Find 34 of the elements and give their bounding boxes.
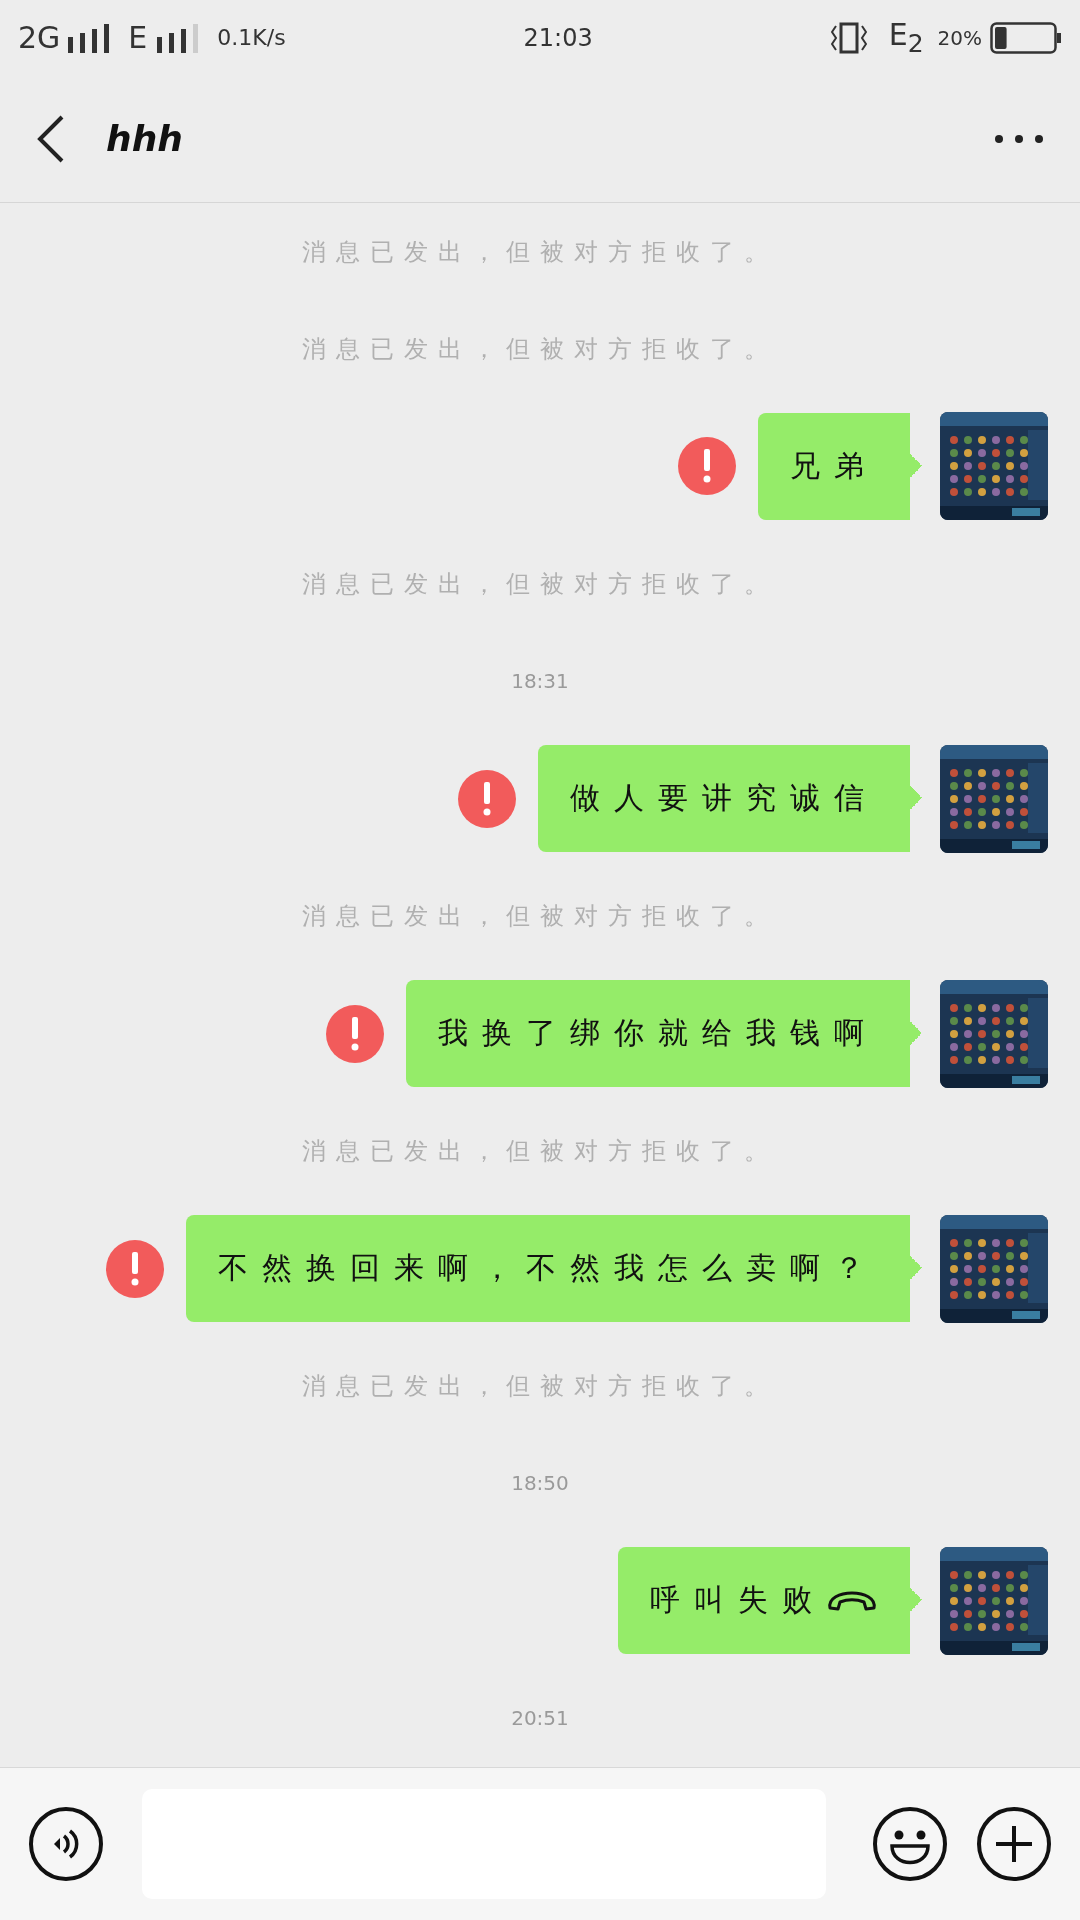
- timestamp: 20:51: [511, 1706, 569, 1731]
- timestamp: 18:50: [511, 1471, 569, 1496]
- error-icon[interactable]: [326, 1004, 384, 1063]
- battery-percent: 20%: [937, 25, 982, 50]
- network-type: 2G: [18, 20, 61, 55]
- signal-icon: [157, 22, 200, 53]
- message-bubble[interactable]: 我换了绑你就给我钱啊: [406, 980, 922, 1088]
- rejected-notice: 消息已发出，但被对方拒收了。: [302, 1371, 778, 1403]
- emoji-button[interactable]: [872, 1806, 948, 1882]
- vibrate-icon: [830, 21, 867, 54]
- chat-title: hhh: [106, 118, 184, 159]
- add-button[interactable]: [976, 1806, 1052, 1882]
- rejected-notice: 消息已发出，但被对方拒收了。: [302, 901, 778, 933]
- timestamp: 18:31: [511, 669, 569, 694]
- data-network: E$_{2}$: [888, 17, 924, 58]
- rejected-notice: 消息已发出，但被对方拒收了。: [302, 568, 778, 600]
- network-type: E: [128, 20, 148, 55]
- message-bubble[interactable]: 兄弟: [758, 412, 922, 520]
- message-bubble[interactable]: 不然换回来啊，不然我怎么卖啊？: [186, 1215, 922, 1323]
- message-bubble[interactable]: 做人要讲究诚信: [538, 745, 922, 853]
- rejected-notice: 消息已发出，但被对方拒收了。: [302, 1136, 778, 1168]
- error-icon[interactable]: [678, 437, 736, 496]
- rejected-notice: 消息已发出，但被对方拒收了。: [302, 236, 778, 268]
- message-bubble[interactable]: 呼叫失败: [618, 1547, 922, 1655]
- clock: 21:03: [523, 23, 593, 52]
- voice-button[interactable]: [28, 1806, 104, 1882]
- signal-icon: [68, 22, 111, 53]
- back-icon[interactable]: [36, 114, 66, 163]
- rejected-notice: 消息已发出，但被对方拒收了。: [302, 333, 778, 365]
- more-icon[interactable]: [994, 133, 1044, 144]
- network-speed: 0.1K/s: [217, 25, 286, 50]
- error-icon[interactable]: [458, 769, 516, 828]
- error-icon[interactable]: [106, 1239, 164, 1298]
- battery-icon: [990, 21, 1062, 54]
